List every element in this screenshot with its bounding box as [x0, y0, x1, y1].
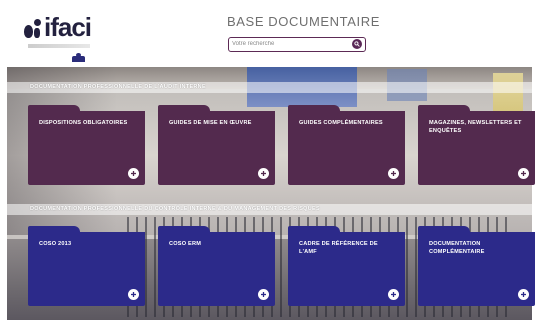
tile-label: CADRE DE RÉFÉRENCE DE L'AMF [299, 241, 378, 255]
ifaci-logo[interactable]: ifaci [22, 12, 102, 62]
plus-circle-icon[interactable] [128, 289, 139, 300]
tile-coso-2013[interactable]: COSO 2013 [28, 226, 145, 306]
search-icon [354, 41, 360, 47]
tile-magazines-newsletters[interactable]: MAGAZINES, NEWSLETTERS ET ENQUÊTES [418, 105, 535, 185]
tile-label: DOCUMENTATION COMPLÉMENTAIRE [429, 241, 485, 255]
header: ifaci BASE DOCUMENTAIRE [0, 0, 538, 67]
tile-label: DISPOSITIONS OBLIGATOIRES [39, 120, 128, 126]
logo-mark-icon [22, 16, 44, 40]
tile-guides-mise-en-oeuvre[interactable]: GUIDES DE MISE EN ŒUVRE [158, 105, 275, 185]
search-input[interactable] [232, 38, 342, 50]
tile-cadre-reference-amf[interactable]: CADRE DE RÉFÉRENCE DE L'AMF [288, 226, 405, 306]
section-title-controle-interne: DOCUMENTATION PROFESSIONNELLE DU CONTRÔL… [30, 206, 320, 212]
tile-coso-erm[interactable]: COSO ERM [158, 226, 275, 306]
tile-documentation-complementaire[interactable]: DOCUMENTATION COMPLÉMENTAIRE [418, 226, 535, 306]
logo-tagline [28, 44, 90, 48]
plus-circle-icon[interactable] [258, 289, 269, 300]
search-box [228, 37, 366, 52]
tile-label: MAGAZINES, NEWSLETTERS ET ENQUÊTES [429, 120, 522, 134]
tile-label: GUIDES DE MISE EN ŒUVRE [169, 120, 252, 126]
tile-label: COSO ERM [169, 241, 202, 247]
plus-circle-icon[interactable] [518, 289, 529, 300]
plus-circle-icon[interactable] [388, 168, 399, 179]
plus-circle-icon[interactable] [128, 168, 139, 179]
logo-text: ifaci [44, 12, 92, 42]
tile-label: GUIDES COMPLÉMENTAIRES [299, 120, 383, 126]
page-title: BASE DOCUMENTAIRE [227, 14, 380, 29]
plus-circle-icon[interactable] [388, 289, 399, 300]
plus-circle-icon[interactable] [258, 168, 269, 179]
logo-badge-icon [72, 53, 85, 62]
section-title-audit: DOCUMENTATION PROFESSIONNELLE DE L'AUDIT… [30, 84, 206, 90]
tile-guides-complementaires[interactable]: GUIDES COMPLÉMENTAIRES [288, 105, 405, 185]
search-button[interactable] [352, 39, 362, 49]
tile-dispositions-obligatoires[interactable]: DISPOSITIONS OBLIGATOIRES [28, 105, 145, 185]
plus-circle-icon[interactable] [518, 168, 529, 179]
tile-label: COSO 2013 [39, 241, 72, 247]
